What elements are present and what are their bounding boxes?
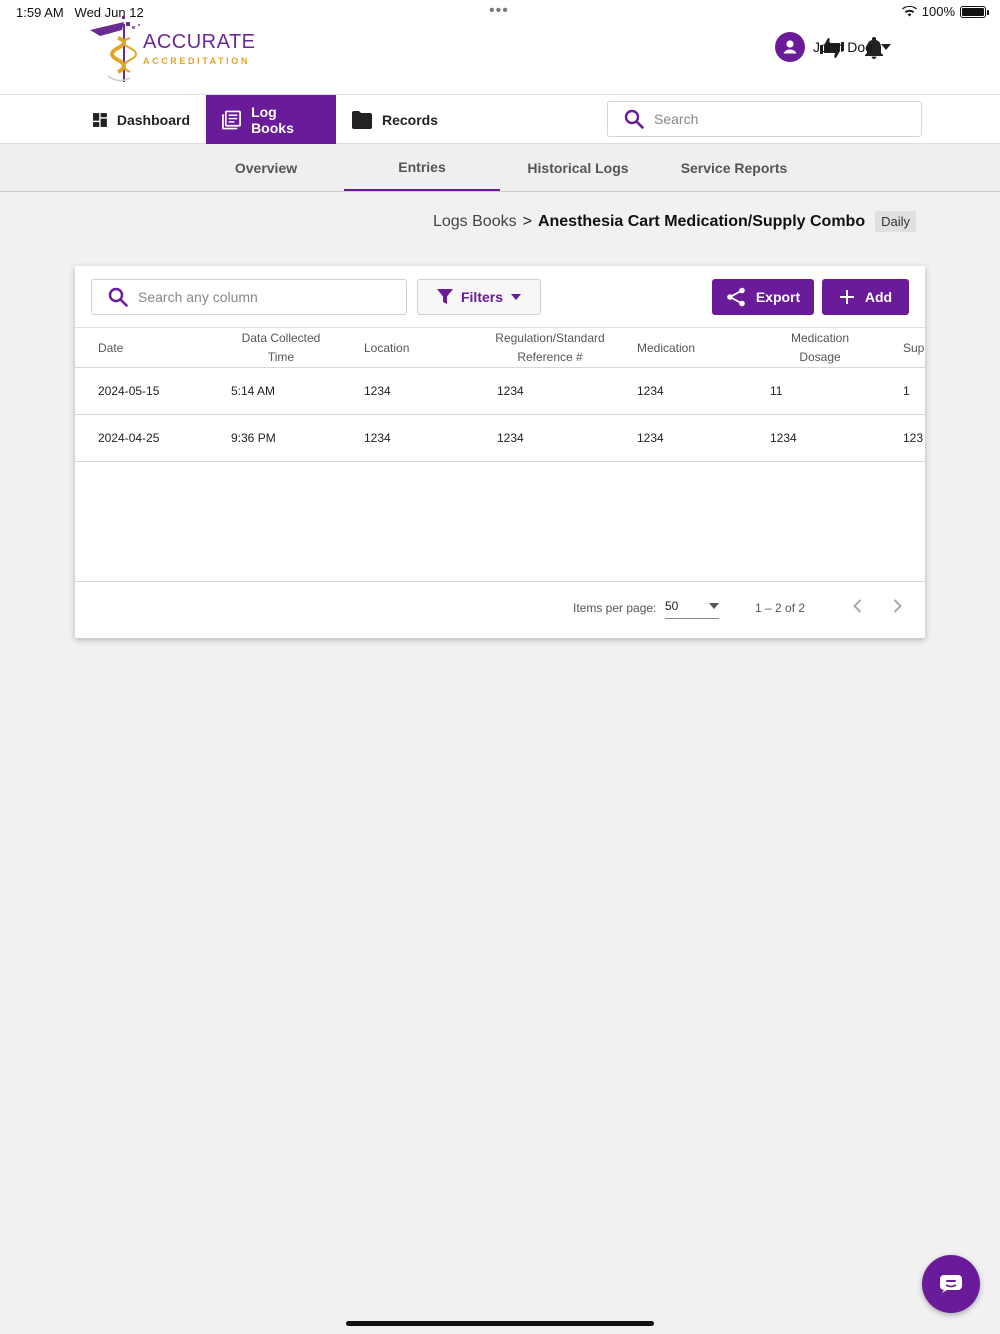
cell-dosage: 11 [770,384,783,398]
status-right: 100% [901,4,989,19]
app-header: ACCURATE ACCREDITATION John Doe [0,16,1000,95]
battery-percent: 100% [921,4,955,19]
nav-item-log-books[interactable]: Log Books [206,95,336,144]
next-page-button[interactable] [887,596,907,619]
user-name: John Doe [813,39,873,55]
global-search-input[interactable] [654,111,894,127]
add-button[interactable]: Add [822,279,909,315]
wifi-icon [901,6,917,17]
table-empty-space [75,462,925,582]
tab-entries[interactable]: Entries [344,144,500,191]
dashboard-icon [93,112,107,127]
share-icon [727,287,745,307]
cell-regulation: 1234 [497,431,524,445]
chevron-down-icon [511,294,521,300]
page-size-select[interactable]: 50 [665,593,719,619]
add-label: Add [864,289,893,305]
cell-supp: 123 [903,431,924,445]
page-range: 1 – 2 of 2 [755,601,806,615]
column-search-input[interactable] [138,289,388,305]
tab-overview[interactable]: Overview [188,144,344,191]
column-header-date[interactable]: Date [98,328,123,368]
breadcrumb-separator: > [522,212,532,230]
nav-label-records: Records [382,111,439,128]
cell-supp: 1 [903,384,910,398]
cell-date: 2024-04-25 [98,431,160,445]
breadcrumb-root[interactable]: Logs Books [433,213,517,231]
chevron-right-icon [893,599,902,613]
filters-button[interactable]: Filters [417,279,541,315]
user-menu[interactable]: John Doe [775,32,891,62]
chevron-left-icon [853,599,862,613]
caduceus-icon [90,16,140,82]
multitask-dots-icon[interactable]: ••• [489,2,509,20]
table-row[interactable]: 2024-04-25 9:36 PM 1234 1234 1234 1234 1… [75,415,925,462]
cell-time: 5:14 AM [231,384,276,398]
column-header-supp[interactable]: Supp [903,328,925,368]
tab-service-reports[interactable]: Service Reports [656,144,812,191]
cell-location: 1234 [364,384,391,398]
column-header-data-collected-time[interactable]: Data Collected Time [231,328,331,368]
filter-icon [436,289,453,304]
plus-icon [839,290,854,304]
paginator: Items per page: 50 1 – 2 of 2 [75,582,925,637]
export-button[interactable]: Export [712,279,814,315]
breadcrumb: Logs Books > Anesthesia Cart Medication/… [433,211,916,232]
entries-table: Date Data Collected Time Location Regula… [75,328,925,582]
chat-button[interactable] [922,1255,980,1313]
table-row[interactable]: 2024-05-15 5:14 AM 1234 1234 1234 11 1 [75,368,925,415]
logo-text-accreditation: ACCREDITATION [143,56,250,66]
cell-medication: 1234 [637,384,664,398]
folder-icon [352,110,372,129]
column-header-medication-dosage[interactable]: Medication Dosage [780,328,860,368]
battery-icon [960,5,989,18]
nav-item-dashboard[interactable]: Dashboard [77,95,206,144]
chevron-down-icon [880,44,891,50]
cell-regulation: 1234 [497,384,524,398]
column-header-location[interactable]: Location [364,328,409,368]
nav-label-log-books: Log Books [251,103,294,136]
search-icon [108,287,128,307]
search-icon [624,109,644,129]
sub-tabs: Overview Entries Historical Logs Service… [0,144,1000,192]
tab-historical-logs[interactable]: Historical Logs [500,144,656,191]
nav-item-records[interactable]: Records [336,95,456,144]
column-header-regulation-reference[interactable]: Regulation/Standard Reference # [489,328,611,368]
column-header-medication[interactable]: Medication [637,328,695,368]
avatar [775,32,805,62]
cell-location: 1234 [364,431,391,445]
book-icon [222,110,241,129]
table-toolbar: Filters Export Add [75,266,925,328]
logo-text-accurate: ACCURATE [143,31,256,53]
breadcrumb-current: Anesthesia Cart Medication/Supply Combo [537,212,866,230]
items-per-page-label: Items per page: [573,601,657,615]
global-search[interactable] [607,101,922,137]
filters-label: Filters [460,289,503,305]
frequency-badge: Daily [875,211,916,232]
logo[interactable]: ACCURATE ACCREDITATION [88,16,255,86]
chevron-down-icon [709,602,719,609]
cell-time: 9:36 PM [231,431,276,445]
previous-page-button[interactable] [848,596,868,619]
main-nav: Dashboard Log Books Records [0,95,1000,144]
export-label: Export [755,289,801,305]
table-header-row: Date Data Collected Time Location Regula… [75,328,925,368]
nav-label-dashboard: Dashboard [116,111,190,128]
cell-dosage: 1234 [770,431,797,445]
page-size-value: 50 [665,598,679,613]
home-indicator[interactable] [346,1321,654,1326]
cell-medication: 1234 [637,431,664,445]
chat-icon [940,1275,962,1293]
entries-card: Filters Export Add Date Data Collected T… [75,266,925,638]
cell-date: 2024-05-15 [98,384,160,398]
column-search[interactable] [91,279,407,315]
